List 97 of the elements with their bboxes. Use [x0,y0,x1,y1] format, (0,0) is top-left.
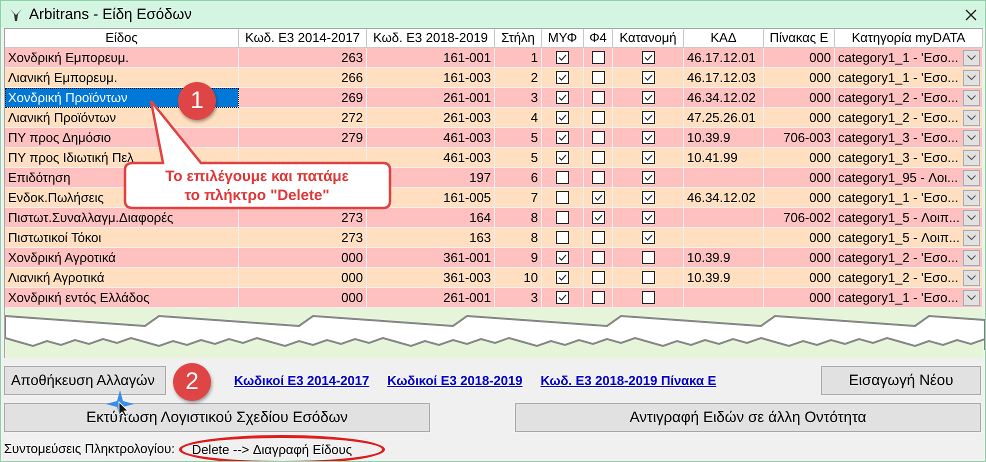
checkbox[interactable] [642,251,654,264]
column-header[interactable]: ΚΑΔ [684,29,764,48]
checkbox[interactable] [556,251,569,264]
checkbox[interactable] [592,251,604,264]
checkbox[interactable] [556,211,569,224]
checkbox[interactable] [642,271,654,284]
dropdown-button[interactable] [963,290,980,306]
checkbox[interactable] [556,51,569,64]
category-text: category1_3 - 'Εσο... [838,129,958,147]
checkbox[interactable] [642,151,654,164]
app-logo-icon [9,8,23,22]
checkbox[interactable] [592,151,604,164]
checkbox[interactable] [556,231,569,244]
category-text: category1_5 - Λοιπ... [838,229,960,247]
checkbox[interactable] [592,111,604,124]
checkbox[interactable] [642,51,654,64]
checkbox[interactable] [556,171,569,184]
category-text: category1_2 - 'Εσο... [838,89,958,107]
checkbox[interactable] [556,191,569,204]
dropdown-button[interactable] [963,170,980,186]
checkbox[interactable] [556,111,569,124]
checkbox[interactable] [592,271,604,284]
category-text: category1_3 - 'Εσο... [838,149,958,167]
checkbox[interactable] [592,211,604,224]
table-row[interactable]: Χονδρική Εμπορευμ. 263 161-001 1 46.17.12.01 000 category1_1 - 'Εσο... [5,48,983,68]
checkbox[interactable] [642,171,654,184]
new-entry-button[interactable]: Εισαγωγή Νέου [821,366,981,395]
shortcut-text: Delete --> Διαγραφή Είδους [178,435,386,461]
dropdown-button[interactable] [963,190,980,206]
category-text: category1_1 - 'Εσο... [838,189,958,207]
checkbox[interactable] [556,131,569,144]
dropdown-button[interactable] [963,50,980,66]
checkbox[interactable] [642,111,654,124]
category-text: category1_2 - 'Εσο... [838,109,958,127]
shortcut-label: Συντομεύσεις Πληκτρολογίου: [4,441,175,458]
category-text: category1_2 - 'Εσο... [838,249,958,267]
category-text: category1_5 - Λοιπ... [838,209,960,227]
checkbox[interactable] [592,51,604,64]
checkbox[interactable] [642,291,654,304]
column-header[interactable]: Φ4 [584,29,613,48]
column-header[interactable]: Κωδ. Ε3 2018-2019 [367,29,495,48]
checkbox[interactable] [642,191,654,204]
checkbox[interactable] [642,91,654,104]
dropdown-button[interactable] [963,230,980,246]
save-button[interactable]: Αποθήκευση Αλλαγών [4,366,166,395]
category-text: category1_2 - 'Εσο... [838,269,958,287]
column-header[interactable]: Πίνακας Ε [764,29,835,48]
window-title: Arbitrans - Είδη Εσόδων [29,6,193,23]
category-text: category1_1 - 'Εσο... [838,49,958,67]
checkbox[interactable] [556,91,569,104]
checkbox[interactable] [592,71,604,84]
checkbox[interactable] [592,171,604,184]
checkbox[interactable] [642,71,654,84]
dropdown-button[interactable] [963,270,980,286]
copy-button[interactable]: Αντιγραφή Ειδών σε άλλη Οντότητα [515,403,981,432]
column-header[interactable]: Στήλη [495,29,542,48]
checkbox[interactable] [592,191,604,204]
checkbox[interactable] [556,271,569,284]
dropdown-button[interactable] [963,210,980,226]
column-header[interactable]: ΜΥΦ [542,29,584,48]
table-row[interactable]: Πιστωτ.Συναλλαγμ.Διαφορές 273 164 8 706-002 category1_5 - Λοιπ... [5,208,983,228]
table-row[interactable]: Λιανική Αγροτικά 000 361-003 10 10.39.9 000 category1_2 - 'Εσο... [5,268,983,288]
checkbox[interactable] [556,151,569,164]
link[interactable]: Κωδικοί Ε3 2018-2019 [387,373,522,388]
dropdown-button[interactable] [963,150,980,166]
checkbox[interactable] [556,291,569,304]
dropdown-button[interactable] [963,90,980,106]
column-header[interactable]: Κωδ. Ε3 2014-2017 [239,29,367,48]
table-row[interactable]: Χονδρική εντός Ελλάδος 000 261-001 3 000 category1_1 - 'Εσο... [5,288,983,308]
table-row[interactable]: Λιανική Προϊόντων 272 261-003 4 47.25.26.01 000 category1_2 - 'Εσο... [5,108,983,128]
table-row[interactable]: Χονδρική Αγροτικά 000 361-001 9 10.39.9 000 category1_2 - 'Εσο... [5,248,983,268]
table-row[interactable]: Λιανική Εμπορευμ. 266 161-003 2 46.17.12.03 000 category1_1 - 'Εσο... [5,68,983,88]
table-row[interactable]: ΠΥ προς Δημόσιο 279 461-003 5 10.39.9 706-003 category1_3 - 'Εσο... [5,128,983,148]
checkbox[interactable] [642,131,654,144]
link[interactable]: Κωδ. Ε3 2018-2019 Πίνακα Ε [540,373,716,388]
print-button[interactable]: Εκτύπωση Λογιστικού Σχεδίου Εσόδων [4,403,430,432]
column-header[interactable]: Κατανομή [613,29,684,48]
dropdown-button[interactable] [963,130,980,146]
category-text: category1_1 - 'Εσο... [838,289,958,307]
dropdown-button[interactable] [963,110,980,126]
checkbox[interactable] [642,211,654,224]
checkbox[interactable] [592,131,604,144]
link[interactable]: Κωδικοί Ε3 2014-2017 [234,373,370,388]
dropdown-button[interactable] [963,70,980,86]
checkbox[interactable] [592,291,604,304]
column-header[interactable]: Κατηγορία myDATA [835,29,983,48]
checkbox[interactable] [642,231,654,244]
category-text: category1_1 - 'Εσο... [838,69,958,87]
dropdown-button[interactable] [963,250,980,266]
table-row[interactable]: Πιστωτικοί Τόκοι 273 163 8 000 category1_5 - Λοιπ... [5,228,983,248]
step-badge-tooltip: 2 [173,363,211,401]
category-text: category1_95 - Λοι... [838,169,958,187]
close-icon[interactable] [965,8,977,20]
checkbox[interactable] [592,91,604,104]
checkbox[interactable] [556,71,569,84]
column-header[interactable]: Είδος [5,29,239,48]
checkbox[interactable] [592,231,604,244]
